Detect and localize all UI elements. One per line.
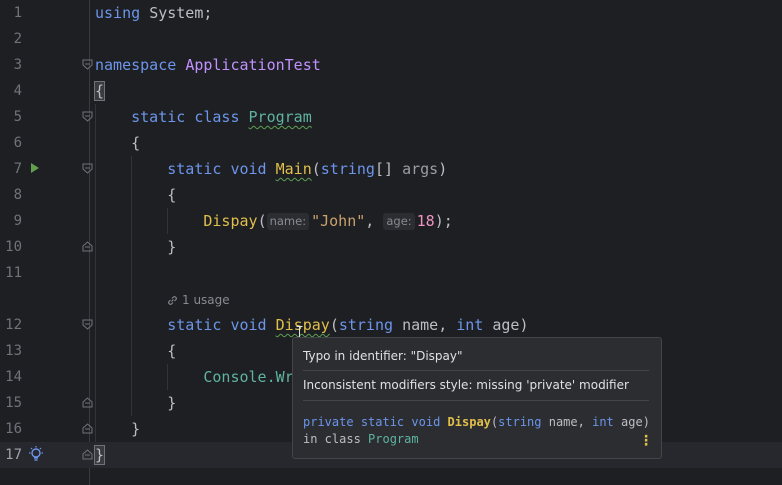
line-number: 7 [13,161,22,177]
matched-brace: } [93,445,106,465]
fold-collapse-icon[interactable] [82,319,93,330]
matched-brace: { [93,81,106,101]
link-icon [168,295,177,305]
code-line-7[interactable]: 7 static void Main(string[] args) [0,156,782,182]
typo-message: Typo in identifier: "Dispay" [303,349,463,363]
line-number: 14 [5,369,22,385]
line-number: 8 [13,187,22,203]
parameter-hint-age: age: [383,213,415,230]
fold-end-icon[interactable] [82,449,93,460]
fold-collapse-icon[interactable] [82,163,93,174]
code-line-8[interactable]: 8 { [0,182,782,208]
line-number: 2 [13,31,22,47]
fold-end-icon[interactable] [82,241,93,252]
fold-collapse-icon[interactable] [82,59,93,70]
parameter-hint-name: name: [266,213,310,230]
line-number: 5 [13,109,22,125]
inspection-popup[interactable]: Typo in identifier: "Dispay" Inconsisten… [292,337,662,459]
usage-hint[interactable]: 1 usage [167,291,230,309]
code-line-9[interactable]: 9 Dispay(name: "John", age: 18); [0,208,782,234]
fold-end-icon[interactable] [82,397,93,408]
line-number: 10 [5,239,22,255]
fold-end-icon[interactable] [82,423,93,434]
line-number: 9 [13,213,22,229]
lightbulb-icon[interactable] [27,445,45,463]
line-number: 15 [5,395,22,411]
line-number: 4 [13,83,22,99]
fold-collapse-icon[interactable] [82,111,93,122]
code-line-11[interactable]: 11 [0,260,782,286]
line-number: 3 [13,57,22,73]
line-number: 1 [13,5,22,21]
modifier-message: Inconsistent modifiers style: missing 'p… [303,378,629,392]
code-line-2[interactable]: 2 [0,26,782,52]
line-number: 11 [5,265,22,281]
popup-divider [303,370,649,371]
line-number: 13 [5,343,22,359]
run-icon[interactable] [30,162,40,174]
line-number: 17 [5,447,22,463]
code-line-1[interactable]: 1 using System; [0,0,782,26]
code-line-12[interactable]: 12 static void Dispay(string name, int a… [0,312,782,338]
code-line-10[interactable]: 10 } [0,234,782,260]
line-number: 6 [13,135,22,151]
code-line-3[interactable]: 3 namespace ApplicationTest [0,52,782,78]
code-line-5[interactable]: 5 static class Program [0,104,782,130]
more-vertical-icon[interactable]: ⋮ [639,433,653,449]
code-line-4[interactable]: 4 { [0,78,782,104]
line-number: 16 [5,421,22,437]
popup-divider [303,400,649,401]
method-signature: private static void Dispay(string name, … [303,415,650,446]
line-number: 12 [5,317,22,333]
code-line-6[interactable]: 6 { [0,130,782,156]
